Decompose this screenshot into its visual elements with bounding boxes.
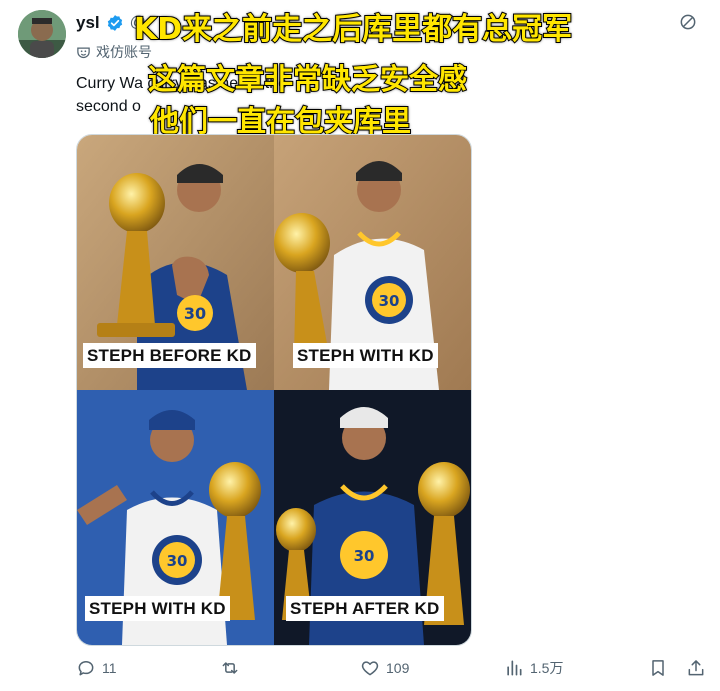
svg-text:30: 30 [379,292,400,310]
retweet-icon [222,662,238,674]
like-button[interactable]: 109 [360,658,409,678]
svg-text:30: 30 [167,552,188,570]
views-button[interactable]: 1.5万 [504,658,563,678]
share-icon [688,660,704,676]
parody-mask-icon [77,47,90,58]
like-icon [361,661,379,676]
avatar[interactable] [18,10,66,58]
media-panel-after-kd[interactable]: 30 STEPH AFTER KD [274,390,471,645]
panel-label: STEPH AFTER KD [286,596,444,621]
svg-text:30: 30 [354,547,375,565]
reply-button[interactable]: 11 [76,658,117,678]
bookmark-icon [652,660,664,676]
panel-label: STEPH BEFORE KD [83,343,256,368]
avatar-image [18,10,66,58]
reply-icon [78,661,94,676]
panel-label: STEPH WITH KD [85,596,230,621]
more-icon[interactable] [678,12,698,32]
media-panel-before-kd[interactable]: 30 STEPH BEFORE KD [77,135,274,390]
tweet-action-bar: 11 109 1.5万 [76,658,708,684]
view-count: 1.5万 [530,660,564,676]
reply-count: 11 [102,660,117,676]
panel-label: STEPH WITH KD [293,343,438,368]
overlay-caption-1: KD来之前走之后库里都有总冠军 [133,11,573,48]
like-count: 109 [386,660,410,676]
media-panel-with-kd-2[interactable]: 30 STEPH WITH KD [77,390,274,645]
tweet-media-grid[interactable]: 30 STEPH BEFORE KD 30 STEPH WITH KD 30 S… [76,134,472,646]
views-icon [507,660,522,676]
overlay-caption-2: 这篇文章非常缺乏安全感 [147,61,468,97]
bookmark-button[interactable] [648,658,668,678]
svg-text:30: 30 [184,304,206,323]
retweet-button[interactable] [220,658,246,678]
verified-badge-icon [107,15,122,31]
display-name[interactable]: ysl [76,13,100,33]
media-panel-with-kd-1[interactable]: 30 STEPH WITH KD [274,135,471,390]
share-button[interactable] [686,658,706,678]
